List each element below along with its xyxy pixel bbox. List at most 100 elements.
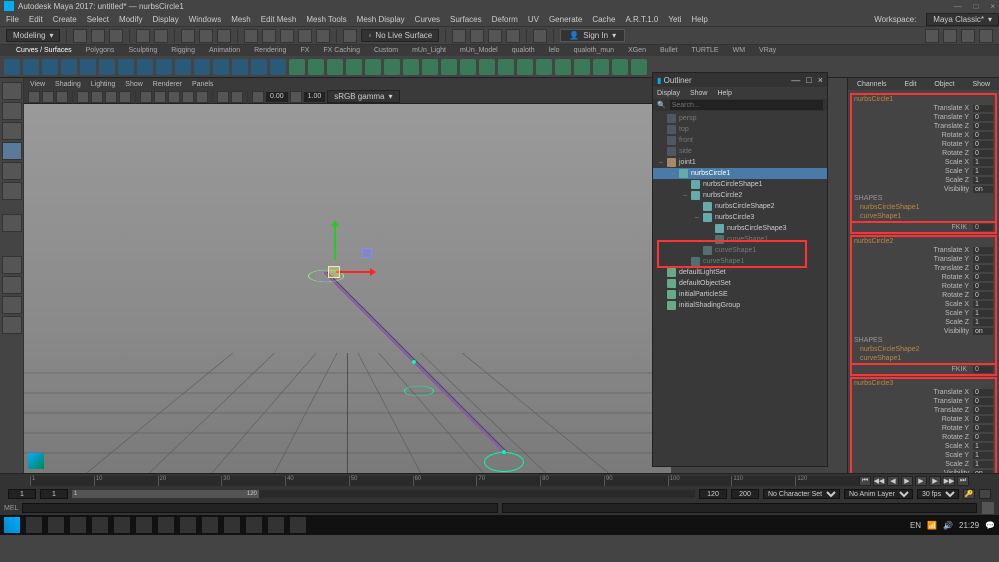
vp-isolate-icon[interactable]: [217, 91, 229, 103]
shelf-tab[interactable]: VRay: [759, 47, 776, 54]
script-editor-icon[interactable]: [981, 501, 995, 515]
toggle-attr-icon[interactable]: [925, 29, 939, 43]
menu-item[interactable]: Curves: [415, 15, 440, 24]
layout2-icon[interactable]: [2, 276, 22, 294]
toggle-channel-icon[interactable]: [961, 29, 975, 43]
viewport-canvas[interactable]: [24, 104, 671, 473]
shelf-tab[interactable]: XGen: [628, 47, 646, 54]
node-name[interactable]: nurbsCircle1: [852, 95, 995, 104]
channel-row[interactable]: Scale Z1: [852, 318, 995, 327]
command-input[interactable]: [22, 503, 497, 513]
outliner-item[interactable]: persp: [653, 113, 827, 124]
shelf-button-icon[interactable]: [156, 59, 172, 75]
menu-item[interactable]: A.R.T.1.0: [625, 15, 658, 24]
channel-row[interactable]: Rotate Z0: [852, 149, 995, 158]
tray-volume-icon[interactable]: 🔊: [943, 521, 953, 530]
taskbar-app-icon[interactable]: [268, 517, 284, 533]
shelf-button-icon[interactable]: [61, 59, 77, 75]
shelf-tab[interactable]: Rendering: [254, 47, 286, 54]
menu-item[interactable]: Cache: [592, 15, 615, 24]
outliner-max-icon[interactable]: □: [806, 75, 811, 85]
channel-row[interactable]: Translate Y0: [852, 113, 995, 122]
vp-textured-icon[interactable]: [168, 91, 180, 103]
shelf-tab[interactable]: FX Caching: [323, 47, 360, 54]
outliner-item[interactable]: nurbsCircleShape1: [653, 179, 827, 190]
taskbar-taskview-icon[interactable]: [48, 517, 64, 533]
construction-history-icon[interactable]: [452, 29, 466, 43]
menu-item[interactable]: Modify: [119, 15, 143, 24]
vp-lights-icon[interactable]: [182, 91, 194, 103]
shelf-button-icon[interactable]: [346, 59, 362, 75]
vp-exposure-icon[interactable]: [252, 91, 264, 103]
vp-gamma-field[interactable]: 1.00: [304, 92, 326, 102]
shelf-tab[interactable]: Animation: [209, 47, 240, 54]
layout1-icon[interactable]: [2, 256, 22, 274]
snap-curve-icon[interactable]: [262, 29, 276, 43]
channel-row[interactable]: Rotate Y0: [852, 282, 995, 291]
shelf-button-icon[interactable]: [479, 59, 495, 75]
vp-image-plane-icon[interactable]: [56, 91, 68, 103]
channel-row[interactable]: Scale Z1: [852, 460, 995, 469]
vp-bookmark-icon[interactable]: [42, 91, 54, 103]
vp-gamma-icon[interactable]: [290, 91, 302, 103]
channel-row[interactable]: Scale X1: [852, 158, 995, 167]
anim-end-field[interactable]: [731, 489, 759, 499]
shelf-button-icon[interactable]: [80, 59, 96, 75]
menu-item[interactable]: Mesh: [231, 15, 251, 24]
step-back-key-icon[interactable]: ◀◀: [873, 476, 885, 486]
select-tool-icon[interactable]: [2, 82, 22, 100]
step-back-icon[interactable]: ◀: [887, 476, 899, 486]
outliner-item[interactable]: initialParticleSE: [653, 289, 827, 300]
channel-row[interactable]: Scale X1: [852, 300, 995, 309]
outliner-item[interactable]: defaultLightSet: [653, 267, 827, 278]
menu-item[interactable]: Surfaces: [450, 15, 482, 24]
magnet-icon[interactable]: [343, 29, 357, 43]
channel-row[interactable]: Rotate Z0: [852, 433, 995, 442]
goto-start-icon[interactable]: ⏮: [859, 476, 871, 486]
outliner-item[interactable]: –nurbsCircle1: [653, 168, 827, 179]
shape-name[interactable]: curveShape1: [852, 212, 995, 223]
anim-layer-dropdown[interactable]: No Anim Layer: [844, 489, 913, 499]
vp-menu-item[interactable]: Renderer: [153, 81, 182, 88]
windows-start-icon[interactable]: [4, 517, 20, 533]
node-name[interactable]: nurbsCircle2: [852, 237, 995, 246]
channel-row[interactable]: Translate X0: [852, 246, 995, 255]
channel-row[interactable]: Visibilityon: [852, 185, 995, 194]
range-slider[interactable]: 1120 No Character Set No Anim Layer 30 f…: [0, 488, 999, 502]
outliner-item[interactable]: initialShadingGroup: [653, 300, 827, 311]
prefs-icon[interactable]: [979, 489, 991, 499]
snap-point-icon[interactable]: [280, 29, 294, 43]
taskbar-app-icon[interactable]: [114, 517, 130, 533]
step-fwd-icon[interactable]: ▶: [929, 476, 941, 486]
fps-dropdown[interactable]: 30 fps: [917, 489, 959, 499]
range-end-field[interactable]: [699, 489, 727, 499]
shelf-button-icon[interactable]: [612, 59, 628, 75]
rotate-tool-icon[interactable]: [2, 162, 22, 180]
last-tool-icon[interactable]: [2, 214, 22, 232]
shelf-tab[interactable]: qualoth: [512, 47, 535, 54]
shelf-tab[interactable]: Rigging: [171, 47, 195, 54]
shelf-tab[interactable]: qualoth_mun: [574, 47, 614, 54]
menu-item[interactable]: Generate: [549, 15, 582, 24]
menu-item[interactable]: UV: [528, 15, 539, 24]
cb-tab[interactable]: Edit: [904, 81, 916, 88]
outliner-item[interactable]: curveShape1: [653, 256, 827, 267]
channel-row[interactable]: Scale Y1: [852, 309, 995, 318]
outliner-menu-item[interactable]: Help: [717, 90, 731, 97]
menu-item[interactable]: Edit Mesh: [261, 15, 297, 24]
sign-in-button[interactable]: 👤 Sign In ▾: [560, 29, 625, 42]
menu-item[interactable]: Help: [691, 15, 707, 24]
channel-row[interactable]: Translate Z0: [852, 264, 995, 273]
play-back-icon[interactable]: ▶: [901, 476, 913, 486]
channel-row[interactable]: Translate Z0: [852, 406, 995, 415]
outliner-menu-item[interactable]: Show: [690, 90, 708, 97]
cb-tab[interactable]: Show: [972, 81, 990, 88]
vp-menu-item[interactable]: Shading: [55, 81, 81, 88]
shelf-button-icon[interactable]: [42, 59, 58, 75]
shelf-button-icon[interactable]: [118, 59, 134, 75]
goto-end-icon[interactable]: ⏭: [957, 476, 969, 486]
shelf-tab[interactable]: Custom: [374, 47, 398, 54]
vp-menu-item[interactable]: View: [30, 81, 45, 88]
live-surface-field[interactable]: ◦ No Live Surface: [361, 29, 439, 42]
outliner-tree[interactable]: persptopfrontside–joint1–nurbsCircle1nur…: [653, 111, 827, 466]
